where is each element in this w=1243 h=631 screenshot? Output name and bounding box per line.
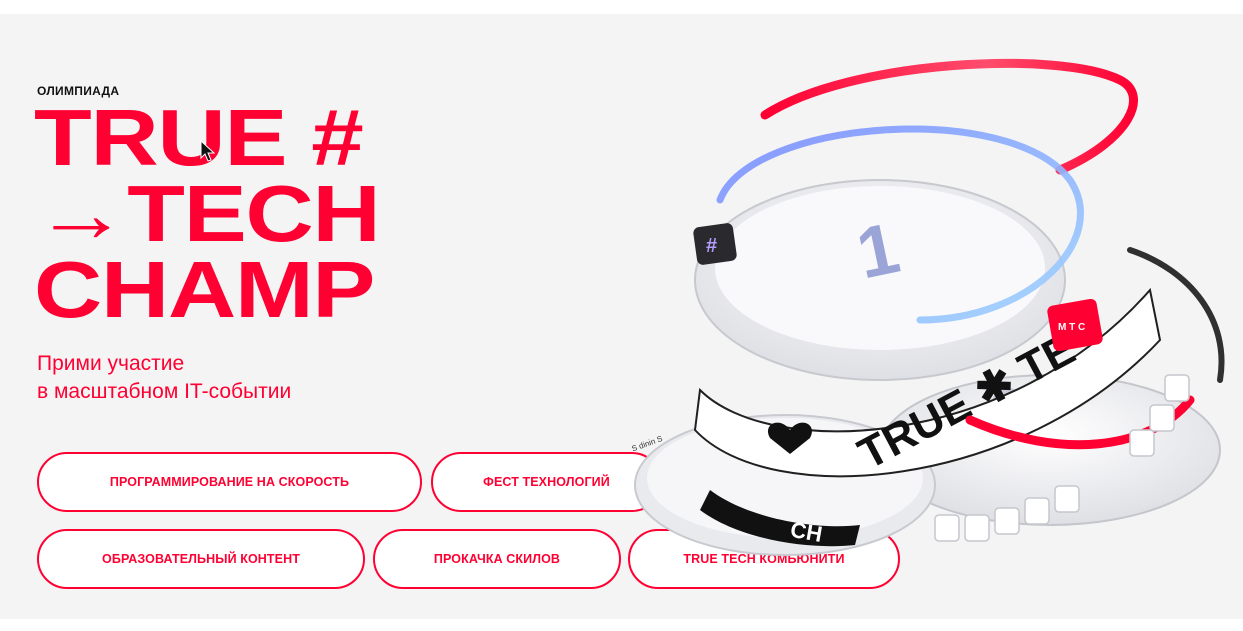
mts-keycap-label: M T C bbox=[1058, 322, 1085, 333]
mts-keycap-icon: M T C bbox=[1047, 298, 1103, 352]
top-strip bbox=[0, 0, 1243, 14]
bottom-strip bbox=[0, 619, 1243, 631]
subtitle-line-1: Прими участие bbox=[37, 352, 185, 375]
title-line-3: CHAMP bbox=[34, 245, 375, 334]
tag-speed-programming-button[interactable]: ПРОГРАММИРОВАНИЕ НА СКОРОСТЬ bbox=[37, 452, 422, 512]
hero-artwork: 2 1 TRUE ✱ TE CH # bbox=[631, 58, 1225, 556]
hero-title: TRUE # →TECH CHAMP bbox=[34, 98, 381, 330]
disc-one: 1 bbox=[694, 179, 1066, 381]
tag-skills-upgrade-button[interactable]: ПРОКАЧКА СКИЛОВ bbox=[373, 529, 621, 589]
title-line-1: TRUE # bbox=[34, 93, 364, 182]
subtitle-line-2: в масштабном IT-событии bbox=[37, 380, 292, 403]
hero-subtitle: Прими участие в масштабном IT-событии bbox=[37, 350, 291, 406]
page: ОЛИМПИАДА TRUE # →TECH CHAMP Прими участ… bbox=[0, 0, 1243, 631]
mouse-cursor-icon bbox=[200, 140, 216, 162]
title-line-2: →TECH bbox=[34, 169, 381, 258]
tag-education-content-button[interactable]: ОБРАЗОВАТЕЛЬНЫЙ КОНТЕНТ bbox=[37, 529, 365, 589]
hash-keycap-icon: # bbox=[693, 223, 737, 265]
hash-keycap-label: # bbox=[706, 235, 717, 257]
